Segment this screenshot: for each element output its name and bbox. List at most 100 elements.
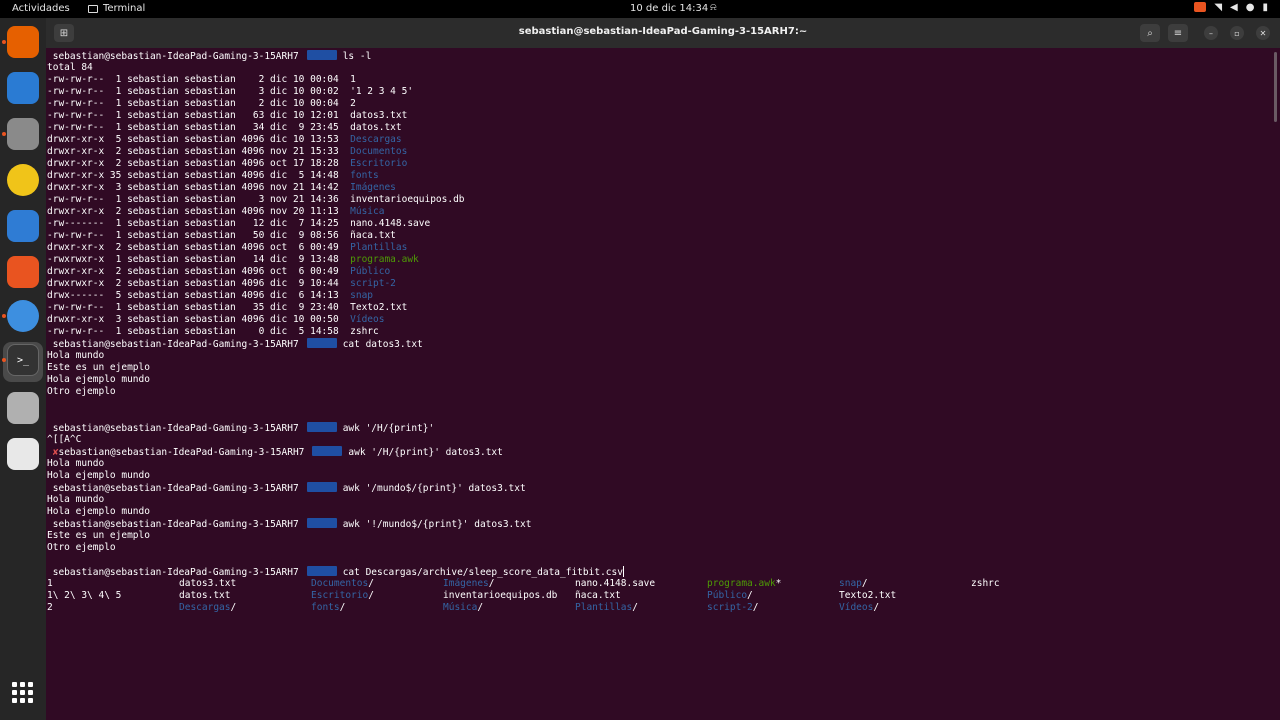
ls-entry: drwxr-xr-x 2 sebastian sebastian 4096 oc… xyxy=(47,242,407,254)
file-meta: drwxrwxr-x 2 sebastian sebastian 4096 di… xyxy=(47,278,351,289)
completion-entry: datos.txt xyxy=(179,590,230,602)
completion-name: script-2 xyxy=(707,602,753,613)
prompt-line: sebastian@sebastian-IdeaPad-Gaming-3-15A… xyxy=(47,50,371,62)
prompt-user-host: sebastian@sebastian-IdeaPad-Gaming-3-15A… xyxy=(52,483,299,494)
battery-icon[interactable]: ▮ xyxy=(1262,2,1268,13)
output-line: Otro ejemplo xyxy=(47,386,116,397)
file-meta: -rw-rw-r-- 1 sebastian sebastian 63 dic … xyxy=(47,110,351,121)
completion-entry: script-2/ xyxy=(707,602,759,614)
app-menu-terminal[interactable]: Terminal xyxy=(88,3,145,14)
completion-entry: fonts/ xyxy=(311,602,345,614)
completion-entry: Música/ xyxy=(443,602,483,614)
completion-name: datos.txt xyxy=(179,590,231,601)
command-text: awk '!/mundo$/{print}' datos3.txt xyxy=(342,519,532,530)
completion-entry: Texto2.txt xyxy=(839,590,896,602)
ssd-drive-icon[interactable] xyxy=(7,392,39,424)
prompt-path-badge xyxy=(306,50,337,60)
mic-icon[interactable]: ● xyxy=(1246,2,1255,13)
ls-entry: -rw-rw-r-- 1 sebastian sebastian 0 dic 5… xyxy=(47,326,379,338)
prompt-line: sebastian@sebastian-IdeaPad-Gaming-3-15A… xyxy=(47,518,531,530)
ls-entry: -rw-rw-r-- 1 sebastian sebastian 35 dic … xyxy=(47,302,407,314)
search-button[interactable]: ⌕ xyxy=(1140,24,1160,42)
completion-name: Público xyxy=(707,590,748,601)
file-name: snap xyxy=(350,290,374,301)
file-meta: -rw-rw-r-- 1 sebastian sebastian 34 dic … xyxy=(47,122,351,133)
completion-name: 1\ 2\ 3\ 4\ 5 xyxy=(47,590,122,601)
ls-entry: drwxr-xr-x 2 sebastian sebastian 4096 no… xyxy=(47,206,384,218)
clock[interactable]: 10 de dic 14:34 xyxy=(630,3,708,14)
completion-entry: snap/ xyxy=(839,578,868,590)
file-name: inventarioequipos.db xyxy=(350,194,465,205)
apps-grid-icon[interactable] xyxy=(12,682,34,704)
volume-icon[interactable]: ◀ xyxy=(1230,2,1238,13)
writer-icon[interactable] xyxy=(7,210,39,242)
file-name: ñaca.txt xyxy=(350,230,396,241)
completion-name: 2 xyxy=(47,602,53,613)
prompt-user-host: sebastian@sebastian-IdeaPad-Gaming-3-15A… xyxy=(52,51,299,62)
completion-name: ñaca.txt xyxy=(575,590,621,601)
terminal-small-icon xyxy=(88,4,98,13)
ls-entry: -rw-rw-r-- 1 sebastian sebastian 50 dic … xyxy=(47,230,396,242)
app-center-icon[interactable] xyxy=(7,256,39,288)
completion-name: Documentos xyxy=(311,578,369,589)
system-tray[interactable]: ◥ ◀ ● ▮ xyxy=(1194,2,1268,13)
completion-name: Música xyxy=(443,602,478,613)
ls-entry: -rw-rw-r-- 1 sebastian sebastian 2 dic 1… xyxy=(47,98,356,110)
menu-button[interactable]: ≡ xyxy=(1168,24,1188,42)
prompt-path-badge xyxy=(312,446,343,456)
running-indicator xyxy=(2,358,6,362)
completion-name: Plantillas xyxy=(575,602,633,613)
update-icon[interactable] xyxy=(1194,2,1207,12)
prompt-user-host: sebastian@sebastian-IdeaPad-Gaming-3-15A… xyxy=(58,447,305,458)
ls-entry: drwxr-xr-x 3 sebastian sebastian 4096 di… xyxy=(47,314,384,326)
output-line: ^[[A^C xyxy=(47,434,82,445)
help-icon[interactable] xyxy=(7,300,39,332)
completion-entry: Documentos/ xyxy=(311,578,374,590)
close-button[interactable]: ✕ xyxy=(1256,26,1270,40)
prompt-path-badge xyxy=(306,338,337,348)
trash-icon[interactable] xyxy=(7,438,39,470)
completion-suffix: * xyxy=(775,578,782,589)
wifi-icon[interactable]: ◥ xyxy=(1214,2,1222,13)
firefox-icon[interactable] xyxy=(7,26,39,58)
completion-name: nano.4148.save xyxy=(575,578,656,589)
files-icon[interactable] xyxy=(7,118,39,150)
command-text: ls -l xyxy=(342,51,372,62)
search-icon: ⌕ xyxy=(1147,27,1153,39)
prompt-user-host: sebastian@sebastian-IdeaPad-Gaming-3-15A… xyxy=(52,567,299,578)
completion-suffix: / xyxy=(368,578,374,589)
prompt-path-badge xyxy=(306,566,337,576)
file-meta: -rw-rw-r-- 1 sebastian sebastian 3 dic 1… xyxy=(47,86,351,97)
dock: >_ xyxy=(0,18,46,720)
completion-entry: Vídeos/ xyxy=(839,602,879,614)
completion-name: Imágenes xyxy=(443,578,489,589)
thunderbird-icon[interactable] xyxy=(7,72,39,104)
maximize-button[interactable]: ▫ xyxy=(1230,26,1244,40)
file-name: Imágenes xyxy=(350,182,396,193)
scrollbar[interactable] xyxy=(1274,52,1277,122)
window-titlebar[interactable]: ⊞ sebastian@sebastian-IdeaPad-Gaming-3-1… xyxy=(46,18,1280,48)
output-line: Hola ejemplo mundo xyxy=(47,374,150,385)
ls-entry: -rw-rw-r-- 1 sebastian sebastian 63 dic … xyxy=(47,110,407,122)
top-bar: Actividades Terminal 10 de dic 14:34 ⍾ ◥… xyxy=(0,0,1280,18)
prompt-line: sebastian@sebastian-IdeaPad-Gaming-3-15A… xyxy=(47,566,624,578)
terminal-icon[interactable]: >_ xyxy=(7,344,39,376)
rhythmbox-icon[interactable] xyxy=(7,164,39,196)
ls-entry: drwxr-xr-x 3 sebastian sebastian 4096 no… xyxy=(47,182,396,194)
terminal-output[interactable]: sebastian@sebastian-IdeaPad-Gaming-3-15A… xyxy=(46,48,1280,720)
command-text: awk '/H/{print}' xyxy=(342,423,435,434)
file-name: 2 xyxy=(350,98,356,109)
completion-name: 1 xyxy=(47,578,53,589)
text-cursor xyxy=(622,566,624,577)
minimize-icon: – xyxy=(1209,28,1213,38)
file-name: 1 xyxy=(350,74,356,85)
completion-name: zshrc xyxy=(971,578,1000,589)
activities-button[interactable]: Actividades xyxy=(12,3,70,14)
maximize-icon: ▫ xyxy=(1234,28,1240,38)
completion-entry: Descargas/ xyxy=(179,602,236,614)
file-name: Documentos xyxy=(350,146,408,157)
completion-entry: nano.4148.save xyxy=(575,578,655,590)
notification-icon: ⍾ xyxy=(710,2,717,13)
minimize-button[interactable]: – xyxy=(1204,26,1218,40)
ls-entry: drwxr-xr-x 35 sebastian sebastian 4096 d… xyxy=(47,170,379,182)
